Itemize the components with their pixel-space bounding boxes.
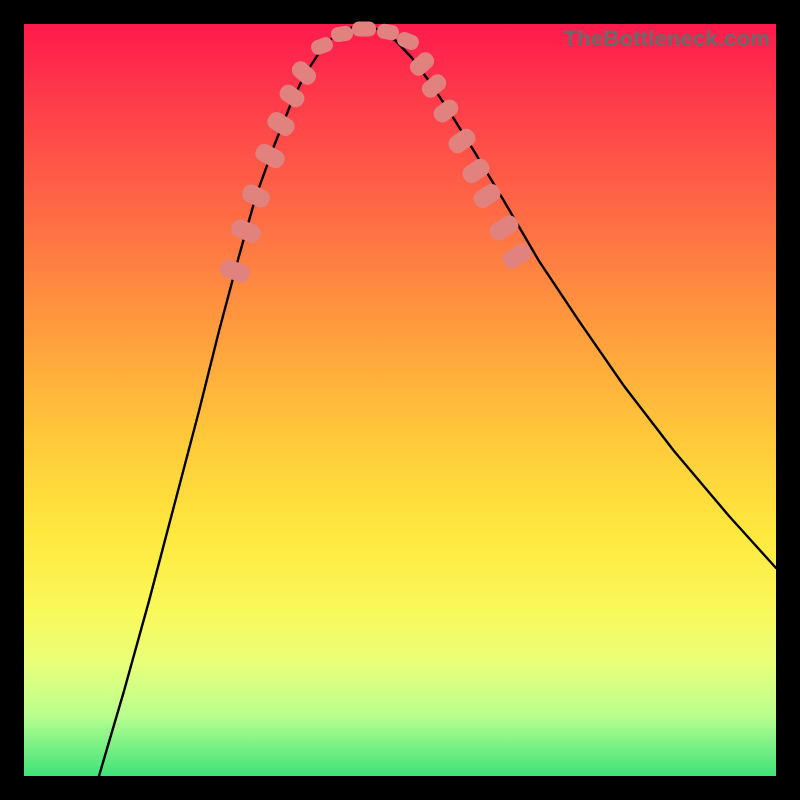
- highlight-pill: [376, 23, 400, 42]
- highlight-pill: [352, 22, 376, 37]
- highlight-pill: [264, 109, 297, 139]
- highlight-pill: [253, 141, 288, 171]
- highlight-pill: [459, 156, 492, 187]
- highlight-pill: [218, 257, 252, 284]
- highlight-pill: [470, 181, 503, 211]
- highlight-pill: [240, 182, 273, 210]
- highlight-pill: [407, 49, 438, 79]
- highlight-pill: [419, 71, 450, 101]
- highlight-pill: [276, 82, 307, 111]
- chart-frame: TheBottleneck.com: [24, 24, 776, 776]
- highlight-pill: [487, 212, 522, 243]
- highlight-pills-group: [218, 22, 535, 285]
- chart-svg: [24, 24, 776, 776]
- bottleneck-curve: [99, 26, 776, 776]
- highlight-pill: [229, 217, 264, 245]
- highlight-pill: [289, 58, 320, 88]
- highlight-pill: [330, 25, 354, 43]
